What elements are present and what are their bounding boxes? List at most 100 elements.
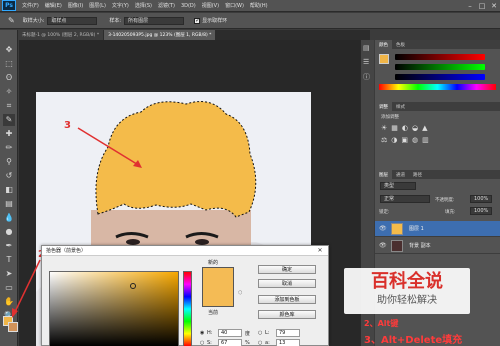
blend-mode-select[interactable]: 正常 [380,195,430,203]
options-bar: ✎ 取样大小: 取样点 样本: 所有图层 显示取样环 [0,13,500,29]
cancel-button[interactable]: 取消 [258,279,316,288]
brush-tool-icon[interactable]: ✏ [3,142,15,154]
opacity-input[interactable]: 100% [470,195,492,203]
sample-size-select[interactable]: 取样点 [47,16,98,25]
eraser-tool-icon[interactable]: ◧ [3,184,15,196]
s-input[interactable]: 67 [218,339,242,346]
show-ring-checkbox[interactable] [194,17,200,24]
fill-input[interactable]: 100% [470,207,492,215]
layer-name: 图层 1 [409,226,424,232]
watermark-title: 百科全说 [371,271,443,292]
healing-tool-icon[interactable]: ✚ [3,128,15,140]
visibility-eye-icon[interactable]: 👁 [379,225,387,233]
s-unit: % [245,340,250,346]
dialog-title: 拾色器（前景色） [42,246,328,256]
lasso-tool-icon[interactable]: ʘ [3,72,15,84]
menu-select[interactable]: 选择(S) [135,2,152,9]
menu-view[interactable]: 视图(V) [202,2,219,9]
menu-3d[interactable]: 3D(D) [181,3,196,9]
photoshop-window: Ps 文件(F) 编辑(E) 图像(I) 图层(L) 文字(Y) 选择(S) 滤… [0,0,500,346]
menu-edit[interactable]: 编辑(E) [45,2,62,9]
l-input[interactable]: 79 [276,329,300,337]
h-unit: 度 [245,331,251,337]
watermark-logo: 百科全说 助你轻松解决 [344,268,470,314]
properties-icon[interactable]: ☰ [363,58,369,66]
layer-kind-filter[interactable]: 类型 [380,182,416,190]
tab-photo[interactable]: 3-140205093P5.jpg @ 123% (图层 1, RGB/8) * [104,30,216,40]
eyedropper-icon[interactable]: ✎ [8,16,15,25]
menu-help[interactable]: 帮助(H) [250,2,268,9]
adjust-panel-tabs: 调整 样式 [375,102,500,111]
sample-select[interactable]: 所有图层 [124,16,185,25]
minimize-button[interactable]: – [464,0,476,12]
tab-paths[interactable]: 路径 [409,170,426,179]
s-radio[interactable]: ○ [200,340,204,346]
layer-row-2[interactable]: 👁 背景 副本 [375,238,500,254]
saturation-brightness-field[interactable] [49,271,179,346]
h-input[interactable]: 40 [218,329,242,337]
tab-color[interactable]: 颜色 [375,40,392,49]
crop-tool-icon[interactable]: ⌗ [3,100,15,112]
tab-channels[interactable]: 通道 [392,170,409,179]
menu-file[interactable]: 文件(F) [22,2,39,9]
history-icon[interactable]: ▤ [363,44,370,52]
new-color-preview [202,267,234,307]
close-window-button[interactable]: ✕ [488,0,500,12]
hue-slider[interactable] [183,271,192,346]
background-color-swatch[interactable] [8,322,18,332]
dodge-tool-icon[interactable]: ● [3,226,15,238]
show-ring-label: 显示取样环 [202,18,228,24]
color-ramp[interactable] [379,84,496,90]
info-icon[interactable]: ⓘ [363,72,370,82]
menu-image[interactable]: 图像(I) [68,2,83,9]
a-input[interactable]: 13 [276,339,300,346]
quick-select-tool-icon[interactable]: ✧ [3,86,15,98]
ok-button[interactable]: 确定 [258,265,316,274]
eyedropper-tool-icon[interactable]: ✎ [3,114,15,126]
l-label: L: [265,330,270,336]
color-libraries-button[interactable]: 颜色库 [258,310,316,319]
stamp-tool-icon[interactable]: ⚲ [3,156,15,168]
add-adjustment-label: 添加调整 [381,115,399,120]
h-radio[interactable]: ◉ [200,330,204,336]
new-color-label: 新的 [208,260,219,266]
tab-styles[interactable]: 样式 [392,102,409,111]
photoshop-logo: Ps [2,0,16,11]
watermark-subtitle: 助你轻松解决 [377,295,437,306]
move-tool-icon[interactable]: ✥ [3,44,15,56]
marquee-tool-icon[interactable]: ⬚ [3,58,15,70]
layers-panel-tabs: 图层 通道 路径 [375,170,500,179]
visibility-eye-icon[interactable]: 👁 [379,242,387,250]
dialog-close-icon[interactable]: ✕ [315,247,325,255]
tab-swatches[interactable]: 色板 [392,40,409,49]
tab-adjustments[interactable]: 调整 [375,102,392,111]
green-slider[interactable] [395,64,485,70]
color-picker-dialog: 拾色器（前景色） ✕ 新的 当前 ⬡ 确定 取消 添加到色板 颜色库 ◉ H: … [41,245,329,346]
menu-filter[interactable]: 滤镜(T) [158,2,175,9]
blur-tool-icon[interactable]: 💧 [3,212,15,224]
pen-tool-icon[interactable]: ✒ [3,240,15,252]
color-cursor-icon[interactable] [130,283,136,289]
layer-row-1[interactable]: 👁 图层 1 [375,221,500,237]
tab-layers[interactable]: 图层 [375,170,392,179]
maximize-button[interactable]: □ [476,0,488,12]
history-brush-icon[interactable]: ↺ [3,170,15,182]
color-panel-fg[interactable] [379,54,389,64]
menu-layer[interactable]: 图层(L) [89,2,106,9]
h-label: H: [207,330,213,336]
adjustment-icons-row2[interactable]: ⚖◑▣◍▥ [381,136,433,144]
red-slider[interactable] [395,54,485,60]
add-to-swatches-button[interactable]: 添加到色板 [258,295,316,304]
menu-type[interactable]: 文字(Y) [112,2,129,9]
menu-bar: Ps 文件(F) 编辑(E) 图像(I) 图层(L) 文字(Y) 选择(S) 滤… [0,0,500,12]
adjustment-icons[interactable]: ☀▦◐◒▲ [381,124,432,132]
tab-untitled[interactable]: 未标题-1 @ 100% (图层 2, RGB/8) * [18,30,104,40]
menu-window[interactable]: 窗口(W) [225,2,244,9]
fill-label: 填充: [445,210,456,215]
l-radio[interactable]: ○ [258,330,262,336]
gradient-tool-icon[interactable]: ▤ [3,198,15,210]
blue-slider[interactable] [395,74,485,80]
a-radio[interactable]: ○ [258,340,262,346]
s-label: S: [207,340,212,346]
lock-label: 锁定: [379,210,390,215]
